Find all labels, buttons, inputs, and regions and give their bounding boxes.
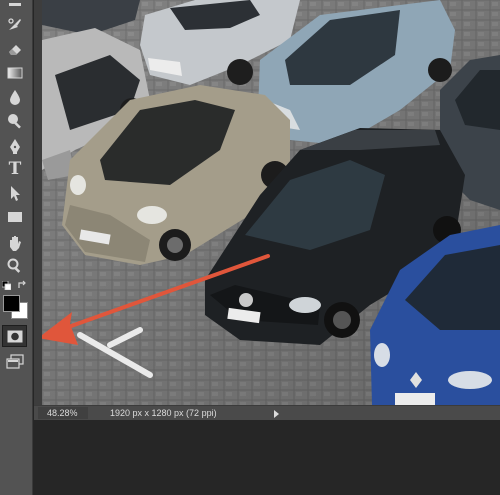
eraser-icon[interactable] bbox=[4, 38, 26, 60]
zoom-icon[interactable] bbox=[4, 255, 26, 277]
quick-mask-button[interactable] bbox=[2, 325, 27, 347]
foreground-color-swatch[interactable] bbox=[3, 295, 20, 312]
path-selection-icon[interactable] bbox=[4, 182, 26, 204]
tools-panel: T bbox=[0, 0, 33, 495]
swap-colors-icon[interactable] bbox=[17, 280, 27, 290]
hand-icon[interactable] bbox=[4, 232, 26, 254]
default-colors-icon[interactable] bbox=[2, 281, 11, 290]
zoom-level-field[interactable]: 48.28% bbox=[38, 407, 88, 419]
document-canvas[interactable] bbox=[42, 0, 500, 405]
workspace-background bbox=[34, 420, 500, 495]
blur-icon[interactable] bbox=[4, 86, 26, 108]
type-tool-icon[interactable]: T bbox=[4, 158, 26, 180]
rectangle-shape-icon[interactable] bbox=[4, 206, 26, 228]
status-bar: 48.28% 1920 px x 1280 px (72 ppi) bbox=[34, 405, 500, 420]
pen-icon[interactable] bbox=[4, 135, 26, 157]
document-info: 1920 px x 1280 px (72 ppi) bbox=[110, 408, 217, 418]
history-brush-icon[interactable] bbox=[4, 14, 26, 36]
quick-mask-icon bbox=[7, 330, 22, 342]
screen-mode-icon[interactable] bbox=[6, 354, 24, 370]
move-tool-icon[interactable] bbox=[4, 0, 26, 14]
dodge-icon[interactable] bbox=[4, 110, 26, 132]
status-menu-arrow-icon[interactable] bbox=[274, 410, 279, 418]
parking-lot-photo bbox=[42, 0, 500, 405]
canvas-gutter bbox=[34, 0, 42, 405]
gradient-icon[interactable] bbox=[4, 62, 26, 84]
